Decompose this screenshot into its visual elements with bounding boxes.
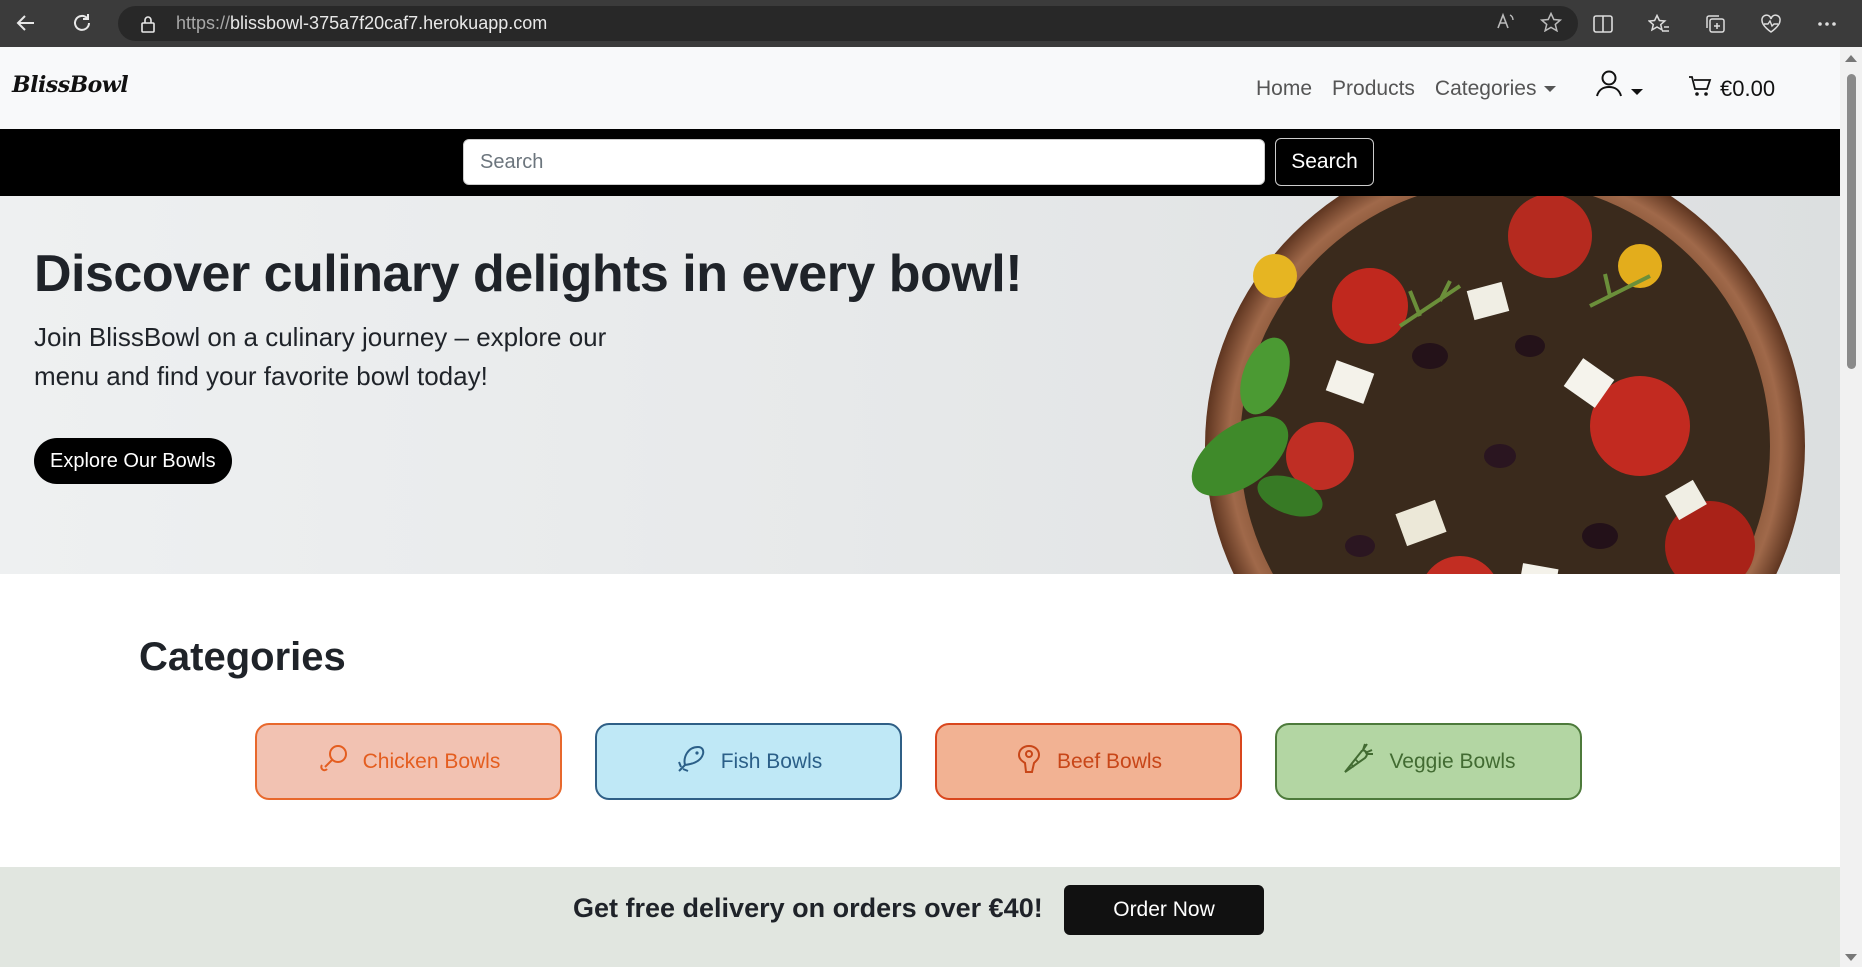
category-label: Fish Bowls bbox=[720, 749, 823, 773]
back-icon[interactable] bbox=[6, 3, 46, 43]
search-bar: Search bbox=[0, 129, 1840, 196]
address-bar[interactable]: https://blissbowl-375a7f20caf7.herokuapp… bbox=[118, 6, 1578, 41]
category-label: Chicken Bowls bbox=[362, 749, 501, 773]
fish-icon bbox=[675, 743, 707, 781]
url-protocol: https:// bbox=[176, 13, 231, 33]
reload-icon[interactable] bbox=[62, 3, 102, 43]
site-navbar: BlissBowl Home Products Categories €0.00 bbox=[0, 47, 1840, 129]
more-menu-icon[interactable] bbox=[1808, 21, 1846, 27]
scroll-up-arrow-icon[interactable] bbox=[1845, 55, 1857, 62]
delivery-promo-banner: Get free delivery on orders over €40! Or… bbox=[0, 867, 1840, 967]
categories-heading: Categories bbox=[139, 635, 346, 679]
hero-subtitle: Join BlissBowl on a culinary journey – e… bbox=[34, 322, 607, 391]
chevron-down-icon bbox=[1631, 88, 1643, 95]
cart-total: €0.00 bbox=[1720, 76, 1776, 101]
explore-bowls-button[interactable]: Explore Our Bowls bbox=[34, 438, 232, 484]
drumstick-icon bbox=[317, 743, 349, 781]
category-label: Veggie Bowls bbox=[1389, 749, 1516, 773]
brand-logo[interactable]: BlissBowl bbox=[12, 72, 129, 98]
favorite-star-icon[interactable] bbox=[1539, 11, 1563, 37]
nav-links: Home Products Categories bbox=[1256, 77, 1557, 101]
search-input[interactable] bbox=[463, 139, 1265, 185]
browser-toolbar: https://blissbowl-375a7f20caf7.herokuapp… bbox=[0, 0, 1862, 47]
category-chicken-button[interactable]: Chicken Bowls bbox=[255, 723, 562, 800]
order-now-button[interactable]: Order Now bbox=[1064, 885, 1264, 935]
scroll-thumb[interactable] bbox=[1847, 74, 1856, 369]
nav-categories-label: Categories bbox=[1434, 77, 1537, 100]
nav-products[interactable]: Products bbox=[1332, 77, 1415, 101]
category-beef-button[interactable]: Beef Bowls bbox=[935, 723, 1242, 800]
category-buttons: Chicken Bowls Fish Bowls Beef Bowls Vegg… bbox=[255, 723, 1582, 800]
hero-title: Discover culinary delights in every bowl… bbox=[34, 245, 1023, 303]
page-scrollbar[interactable] bbox=[1840, 47, 1862, 967]
lock-icon bbox=[140, 15, 156, 38]
category-veggie-button[interactable]: Veggie Bowls bbox=[1275, 723, 1582, 800]
page-viewport: BlissBowl Home Products Categories €0.00… bbox=[0, 47, 1840, 967]
cart-icon bbox=[1688, 75, 1712, 103]
hero-banner: Discover culinary delights in every bowl… bbox=[0, 196, 1840, 574]
category-fish-button[interactable]: Fish Bowls bbox=[595, 723, 902, 800]
read-aloud-icon[interactable] bbox=[1496, 12, 1516, 37]
category-label: Beef Bowls bbox=[1056, 749, 1163, 773]
chevron-down-icon bbox=[1544, 86, 1557, 93]
search-button[interactable]: Search bbox=[1275, 138, 1374, 186]
collections-icon[interactable] bbox=[1696, 14, 1734, 34]
cart-link[interactable]: €0.00 bbox=[1688, 75, 1775, 103]
nav-categories-dropdown[interactable]: Categories bbox=[1435, 77, 1557, 101]
carrot-icon bbox=[1341, 742, 1375, 782]
scroll-down-arrow-icon[interactable] bbox=[1845, 954, 1857, 961]
split-screen-icon[interactable] bbox=[1584, 14, 1622, 33]
url-host: blissbowl-375a7f20caf7.herokuapp.com bbox=[230, 13, 548, 33]
salad-bowl-image bbox=[1191, 196, 1805, 574]
favorites-icon[interactable] bbox=[1640, 13, 1678, 34]
health-icon[interactable] bbox=[1752, 13, 1790, 34]
nav-home[interactable]: Home bbox=[1256, 77, 1312, 101]
user-icon bbox=[1595, 69, 1623, 102]
steak-icon bbox=[1015, 743, 1043, 781]
account-dropdown[interactable] bbox=[1595, 69, 1643, 102]
promo-text: Get free delivery on orders over €40! bbox=[573, 893, 1043, 923]
